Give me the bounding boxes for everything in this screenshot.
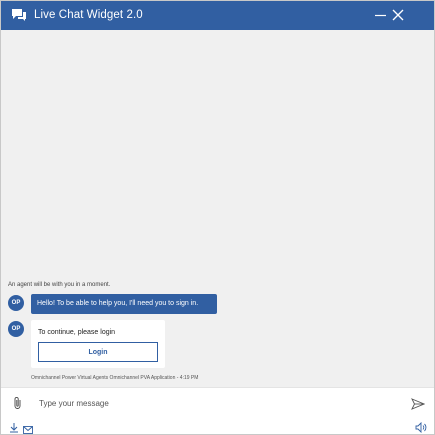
system-message: An agent will be with you in a moment. xyxy=(8,282,111,288)
download-icon xyxy=(10,423,18,433)
attach-button[interactable] xyxy=(12,396,24,410)
login-card: To continue, please login Login xyxy=(31,320,165,368)
chat-bubbles-icon xyxy=(11,8,27,22)
speaker-icon xyxy=(415,421,427,434)
chat-transcript[interactable]: An agent will be with you in a moment. O… xyxy=(1,30,434,387)
send-button[interactable] xyxy=(411,397,426,410)
login-card-text: To continue, please login xyxy=(38,329,116,336)
minimize-button[interactable] xyxy=(372,6,390,24)
agent-message: Hello! To be able to help you, I'll need… xyxy=(31,294,217,314)
email-transcript-button[interactable] xyxy=(23,421,33,434)
chat-header: Live Chat Widget 2.0 xyxy=(1,1,434,30)
agent-avatar: OP xyxy=(8,321,24,337)
minimize-icon xyxy=(375,14,386,17)
message-meta: Omnichannel Power Virtual Agents Omnicha… xyxy=(31,375,199,381)
send-icon xyxy=(411,398,426,410)
close-button[interactable] xyxy=(389,6,407,24)
close-icon xyxy=(392,9,404,21)
widget-footer xyxy=(1,417,434,434)
paperclip-icon xyxy=(14,397,21,409)
widget-title: Live Chat Widget 2.0 xyxy=(34,9,143,21)
login-button[interactable]: Login xyxy=(38,342,158,362)
email-icon xyxy=(23,426,33,434)
audio-toggle-button[interactable] xyxy=(415,420,427,434)
agent-avatar: OP xyxy=(8,295,24,311)
download-transcript-button[interactable] xyxy=(9,420,19,433)
composer xyxy=(1,387,434,417)
message-input[interactable] xyxy=(39,395,369,411)
chat-widget: Live Chat Widget 2.0 An agent will be wi… xyxy=(0,0,435,435)
